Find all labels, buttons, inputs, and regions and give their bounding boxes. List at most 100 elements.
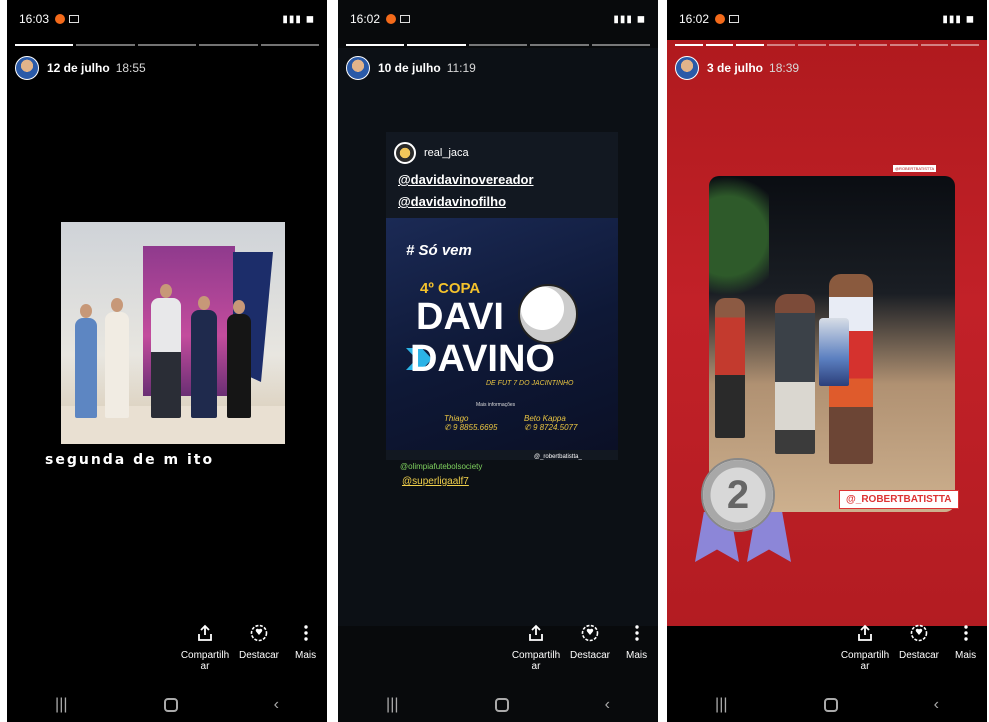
share-label: Compartilh ar (840, 650, 890, 672)
mention-tag[interactable]: @_robertbatistta_ (534, 454, 582, 460)
share-label: Compartilh ar (180, 650, 230, 672)
share-button[interactable]: Compartilh ar (839, 624, 891, 672)
highlight-button[interactable]: Destacar (570, 624, 610, 661)
back-icon[interactable]: ‹ (934, 696, 939, 714)
soccer-ball-icon (518, 284, 578, 344)
back-icon[interactable]: ‹ (274, 696, 279, 714)
story-progress-bar (675, 44, 980, 46)
story-date: 3 de julho (707, 61, 764, 75)
nav-bar: ||| ‹ (7, 690, 327, 720)
notification-icon (55, 14, 66, 24)
person (227, 300, 251, 418)
more-label: Mais (295, 650, 317, 661)
story-time: 18:39 (769, 61, 800, 75)
status-bar: 16:02 ▮▮▮ ◼ (667, 8, 987, 30)
signal-icons: ▮▮▮ ◼ (613, 13, 646, 25)
signal-icons: ▮▮▮ ◼ (942, 13, 975, 25)
nav-bar: ||| ‹ (667, 690, 987, 720)
status-time: 16:02 (350, 12, 381, 26)
story-header: 3 de julho 18:39 (675, 56, 799, 80)
story-actions: Compartilh ar Destacar Mais (7, 624, 327, 680)
story-date: 10 de julho (378, 61, 441, 75)
story-screen-2: 16:02 ▮▮▮ ◼ 10 de julho 11:19 real_jaca … (338, 0, 658, 722)
trophy-icon (819, 318, 849, 386)
person (191, 296, 217, 418)
highlight-icon (581, 624, 599, 642)
signal-icons: ▮▮▮ ◼ (282, 13, 315, 25)
more-label: Mais (626, 650, 648, 661)
story-screen-1: 16:03 ▮▮▮ ◼ 12 de julho 18:55 segunda de… (7, 0, 327, 722)
share-icon (856, 624, 874, 642)
status-time: 16:03 (19, 12, 50, 26)
mention-tag[interactable]: @superligaalf7 (402, 476, 469, 487)
share-icon (527, 624, 545, 642)
poster-hashtag: # Só vem (406, 242, 472, 259)
home-icon[interactable] (823, 698, 838, 712)
gallery-icon (729, 15, 740, 23)
poster-title-line2: DAVINO (410, 338, 555, 380)
status-time: 16:02 (679, 12, 710, 26)
silver-medal-icon: 2 (701, 458, 775, 532)
highlight-label: Destacar (239, 650, 280, 661)
mention-sticker[interactable]: @ROBERTBATISTTA (893, 165, 937, 172)
more-icon (957, 624, 975, 642)
mention-link[interactable]: @davidavinofilho (398, 194, 506, 209)
recent-apps-icon[interactable]: ||| (386, 696, 398, 714)
story-screen-3: 16:02 ▮▮▮ ◼ 3 de julho 18:39 @ROBERTBATI… (667, 0, 987, 722)
person (775, 294, 815, 454)
story-header: 12 de julho 18:55 (15, 56, 146, 80)
story-date: 12 de julho (47, 61, 110, 75)
gallery-icon (69, 15, 80, 23)
highlight-label: Destacar (570, 650, 611, 661)
highlight-icon (250, 624, 268, 642)
more-button[interactable]: Mais (955, 624, 976, 661)
repost-avatar (394, 142, 416, 164)
highlight-icon (910, 624, 928, 642)
person (105, 298, 129, 418)
reposted-story: real_jaca @davidavinovereador @davidavin… (386, 132, 618, 460)
poster-copa: 4º COPA (420, 280, 481, 297)
share-button[interactable]: Compartilh ar (179, 624, 231, 672)
recent-apps-icon[interactable]: ||| (715, 696, 727, 714)
story-time: 11:19 (446, 61, 476, 75)
repost-user[interactable]: real_jaca (394, 142, 469, 164)
recent-apps-icon[interactable]: ||| (55, 696, 67, 714)
poster-title-line1: DAVI (416, 296, 504, 338)
home-icon[interactable] (163, 698, 178, 712)
highlight-button[interactable]: Destacar (899, 624, 939, 661)
poster-subtitle: DE FUT 7 DO JACINTINHO (486, 380, 574, 387)
status-bar: 16:02 ▮▮▮ ◼ (338, 8, 658, 30)
highlight-button[interactable]: Destacar (239, 624, 279, 661)
contact-phone: 9 8724.5077 (532, 423, 578, 432)
story-actions: Compartilh ar Destacar Mais (667, 624, 987, 680)
home-icon[interactable] (494, 698, 509, 712)
mention-sticker[interactable]: @_ROBERTBATISTTA (839, 490, 959, 509)
story-header: 10 de julho 11:19 (346, 56, 476, 80)
story-time: 18:55 (115, 61, 146, 75)
contact-phone: 9 8855.6695 (452, 423, 498, 432)
poster-info-label: Mais informações (476, 402, 516, 408)
mention-link[interactable]: @davidavinovereador (398, 172, 534, 187)
avatar[interactable] (346, 56, 370, 80)
event-poster: # Só vem 4º COPA DAVI DAVINO DE FUT 7 DO… (386, 218, 618, 450)
nav-bar: ||| ‹ (338, 690, 658, 720)
contact-name: Thiago (444, 414, 469, 423)
person (151, 284, 181, 418)
more-button[interactable]: Mais (295, 624, 316, 661)
person (75, 304, 97, 418)
person (715, 298, 745, 438)
notification-icon (386, 14, 397, 24)
notification-icon (715, 14, 726, 24)
mention-tag[interactable]: @olimpiafutebolsociety (400, 462, 482, 471)
highlight-label: Destacar (899, 650, 940, 661)
contact-name: Beto Kappa (524, 414, 566, 423)
more-label: Mais (955, 650, 977, 661)
more-button[interactable]: Mais (626, 624, 647, 661)
poster-contact: Beto Kappa ✆ 9 8724.5077 (524, 414, 578, 432)
avatar[interactable] (15, 56, 39, 80)
share-button[interactable]: Compartilh ar (510, 624, 562, 672)
repost-username: real_jaca (424, 147, 469, 159)
avatar[interactable] (675, 56, 699, 80)
back-icon[interactable]: ‹ (605, 696, 610, 714)
story-progress-bar (15, 44, 320, 46)
